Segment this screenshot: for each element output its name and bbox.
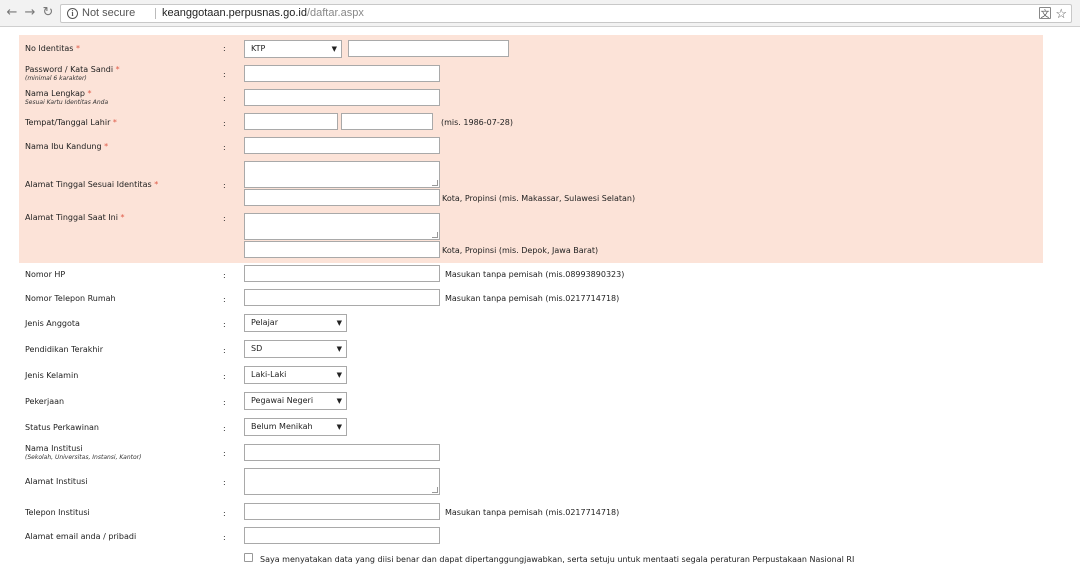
kota-propinsi-identitas-hint: Kota, Propinsi (mis. Makassar, Sulawesi …	[442, 194, 636, 203]
agreement-text: Saya menyatakan data yang diisi benar da…	[260, 555, 855, 564]
alamat-institusi-label: Alamat Institusi	[25, 477, 88, 486]
nama-lengkap-input[interactable]	[244, 89, 440, 106]
colon: :	[223, 214, 226, 223]
jenis-anggota-select[interactable]: Pelajar ▼	[244, 314, 347, 332]
alamat-identitas-textarea[interactable]	[244, 161, 440, 188]
jenis-kelamin-label: Jenis Kelamin	[25, 371, 79, 380]
url-path: /daftar.aspx	[306, 7, 364, 19]
password-input[interactable]	[244, 65, 440, 82]
nama-ibu-input[interactable]	[244, 137, 440, 154]
colon: :	[223, 398, 226, 407]
pendidikan-select[interactable]: SD ▼	[244, 340, 347, 358]
nama-institusi-label: Nama Institusi (Sekolah, Universitas, Ins…	[25, 444, 142, 461]
tempat-lahir-input[interactable]	[244, 113, 338, 130]
dropdown-arrow-icon: ▼	[336, 319, 342, 327]
dropdown-arrow-icon: ▼	[336, 371, 342, 379]
url-host: keanggotaan.perpusnas.go.id	[162, 7, 307, 19]
jenis-anggota-label: Jenis Anggota	[25, 319, 80, 328]
translate-icon[interactable]: 文	[1039, 7, 1051, 19]
colon: :	[223, 181, 226, 190]
nomor-hp-label: Nomor HP	[25, 270, 66, 279]
email-label: Alamat email anda / pribadi	[25, 532, 137, 541]
colon: :	[223, 346, 226, 355]
reload-icon[interactable]: ↻	[40, 5, 56, 21]
alamat-saat-ini-label: Alamat Tinggal Saat Ini *	[25, 213, 125, 222]
colon: :	[223, 44, 226, 53]
forward-icon[interactable]: →	[22, 5, 38, 21]
colon: :	[223, 70, 226, 79]
tanggal-lahir-input[interactable]	[341, 113, 433, 130]
colon: :	[223, 271, 226, 280]
alamat-identitas-label: Alamat Tinggal Sesuai Identitas *	[25, 180, 159, 189]
kota-propinsi-saat-ini-hint: Kota, Propinsi (mis. Depok, Jawa Barat)	[442, 246, 599, 255]
pendidikan-label: Pendidikan Terakhir	[25, 345, 103, 354]
pekerjaan-select[interactable]: Pegawai Negeri ▼	[244, 392, 347, 410]
security-label: Not secure	[82, 7, 136, 19]
back-icon[interactable]: ←	[4, 5, 20, 21]
agreement-checkbox[interactable]	[244, 553, 253, 562]
address-bar[interactable]: i Not secure keanggotaan.perpusnas.go.id…	[60, 4, 1072, 23]
id-type-select[interactable]: KTP ▼	[244, 40, 342, 58]
telepon-institusi-hint: Masukan tanpa pemisah (mis.0217714718)	[445, 508, 620, 517]
dropdown-arrow-icon: ▼	[336, 423, 342, 431]
status-perkawinan-label: Status Perkawinan	[25, 423, 99, 432]
colon: :	[223, 143, 226, 152]
kota-propinsi-identitas-input[interactable]	[244, 189, 440, 206]
colon: :	[223, 320, 226, 329]
telepon-institusi-input[interactable]	[244, 503, 440, 520]
colon: :	[223, 478, 226, 487]
url-text[interactable]: keanggotaan.perpusnas.go.id/daftar.aspx	[162, 5, 364, 22]
status-perkawinan-select[interactable]: Belum Menikah ▼	[244, 418, 347, 436]
colon: :	[223, 94, 226, 103]
pekerjaan-label: Pekerjaan	[25, 397, 65, 406]
colon: :	[223, 372, 226, 381]
no-identitas-label: No Identitas *	[25, 44, 80, 53]
jenis-kelamin-select[interactable]: Laki-Laki ▼	[244, 366, 347, 384]
colon: :	[223, 509, 226, 518]
colon: :	[223, 424, 226, 433]
password-label: Password / Kata Sandi * (minimal 6 karakt…	[25, 65, 120, 82]
kota-propinsi-saat-ini-input[interactable]	[244, 241, 440, 258]
tempat-tanggal-lahir-label: Tempat/Tanggal Lahir *	[25, 118, 117, 127]
required-fields-section	[19, 35, 1043, 263]
nama-ibu-label: Nama Ibu Kandung *	[25, 142, 109, 151]
alamat-institusi-textarea[interactable]	[244, 468, 440, 495]
telepon-rumah-label: Nomor Telepon Rumah	[25, 294, 116, 303]
telepon-rumah-input[interactable]	[244, 289, 440, 306]
colon: :	[223, 449, 226, 458]
no-identitas-input[interactable]	[348, 40, 509, 57]
colon: :	[223, 119, 226, 128]
dropdown-arrow-icon: ▼	[336, 397, 342, 405]
bookmark-star-icon[interactable]: ☆	[1055, 5, 1067, 22]
nama-institusi-input[interactable]	[244, 444, 440, 461]
colon: :	[223, 533, 226, 542]
nomor-hp-input[interactable]	[244, 265, 440, 282]
telepon-rumah-hint: Masukan tanpa pemisah (mis.0217714718)	[445, 294, 620, 303]
dropdown-arrow-icon: ▼	[336, 345, 342, 353]
info-icon[interactable]: i	[67, 8, 78, 19]
colon: :	[223, 295, 226, 304]
tanggal-lahir-hint: (mis. 1986-07-28)	[441, 118, 514, 127]
dropdown-arrow-icon: ▼	[331, 45, 337, 53]
nomor-hp-hint: Masukan tanpa pemisah (mis.08993890323)	[445, 270, 625, 279]
separator	[155, 8, 156, 19]
email-input[interactable]	[244, 527, 440, 544]
nama-lengkap-label: Nama Lengkap * Sesuai Kartu Identitas And…	[25, 89, 109, 106]
browser-toolbar: ← → ↻ i Not secure keanggotaan.perpusnas…	[0, 0, 1080, 27]
alamat-saat-ini-textarea[interactable]	[244, 213, 440, 240]
telepon-institusi-label: Telepon Institusi	[25, 508, 90, 517]
